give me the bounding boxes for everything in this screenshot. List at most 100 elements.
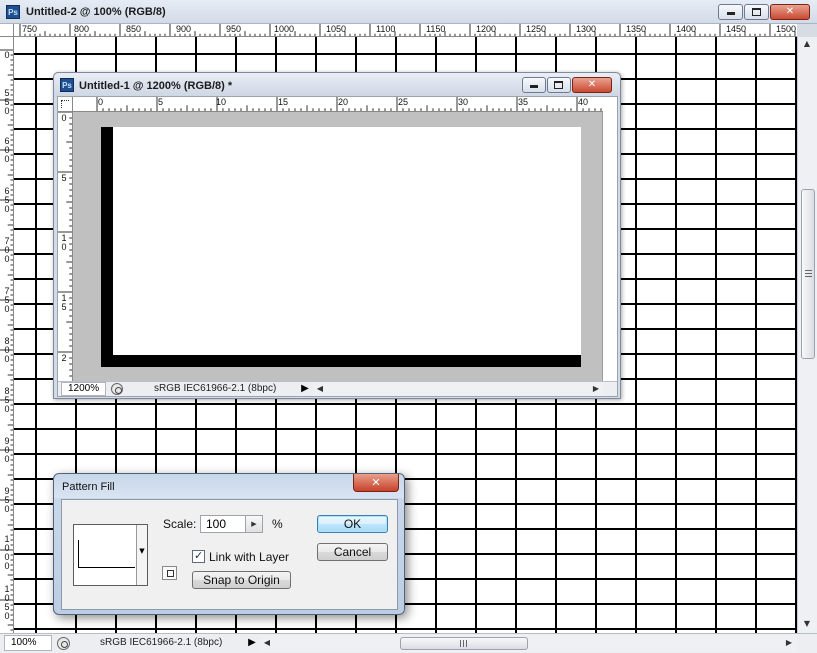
document-title: Untitled-2 @ 100% (RGB/8) <box>26 6 166 18</box>
close-icon: ✕ <box>785 6 795 17</box>
cancel-button[interactable]: Cancel <box>317 543 388 561</box>
ruler-label: 1 5 <box>61 293 67 312</box>
pattern-picker[interactable]: ▼ <box>73 524 148 586</box>
vertical-ruler[interactable]: 0 5 1 0 1 5 2 <box>58 112 73 381</box>
scroll-right-arrow-icon[interactable]: ▶ <box>589 384 603 393</box>
color-profile-text: sRGB IEC61966-2.1 (8bpc) <box>154 383 277 394</box>
ruler-label: 5 <box>158 97 164 107</box>
status-menu-arrow-icon[interactable]: ▶ <box>246 635 258 651</box>
ruler-label: 1 0 5 0 <box>4 584 10 621</box>
ok-button[interactable]: OK <box>317 515 388 533</box>
new-preset-button[interactable] <box>162 566 177 580</box>
ruler-label: 20 <box>338 97 349 107</box>
zoom-level-field[interactable]: 1200% <box>61 382 106 396</box>
document-canvas[interactable] <box>101 127 581 367</box>
color-profile-text: sRGB IEC61966-2.1 (8bpc) <box>100 637 223 648</box>
document-window-untitled-1: Ps Untitled-1 @ 1200% (RGB/8) * ✕ 0 5 10… <box>53 72 621 399</box>
pattern-dropdown-button[interactable]: ▼ <box>136 525 147 585</box>
ruler-label: 40 <box>578 97 589 107</box>
horizontal-scroll-thumb[interactable] <box>400 637 528 650</box>
ruler-label: 30 <box>458 97 469 107</box>
close-button[interactable]: ✕ <box>572 77 612 93</box>
scroll-left-arrow-icon[interactable]: ◀ <box>313 384 327 393</box>
ruler-label: 2 <box>61 353 67 363</box>
document-title-bar[interactable]: Ps Untitled-2 @ 100% (RGB/8) ✕ <box>0 0 817 24</box>
horizontal-scrollbar[interactable]: ◀ ▶ <box>313 382 603 396</box>
ruler-label: 0 <box>4 50 10 60</box>
ruler-label: 0 <box>98 97 104 107</box>
ruler-label: 6 0 0 <box>4 136 10 164</box>
status-bar: 1200% sRGB IEC61966-2.1 (8bpc) ▶ ◀ ▶ <box>58 381 617 396</box>
minimize-button[interactable] <box>718 4 743 20</box>
status-info-icon[interactable] <box>111 383 123 395</box>
horizontal-scrollbar[interactable]: ◀ ▶ <box>260 635 797 652</box>
ruler-origin-icon <box>61 100 69 108</box>
ruler-origin[interactable] <box>0 24 14 37</box>
status-menu-arrow-icon[interactable]: ▶ <box>299 381 311 397</box>
ruler-label: 1250 <box>526 24 547 34</box>
maximize-icon <box>751 8 761 16</box>
vertical-ruler[interactable]: 0 5 5 0 6 0 0 6 5 0 7 0 0 7 5 0 8 0 0 8 … <box>0 37 14 633</box>
ruler-label: 1050 <box>326 24 347 34</box>
maximize-icon <box>554 81 563 89</box>
ruler-label: 9 5 0 <box>4 486 10 514</box>
status-bar: 100% sRGB IEC61966-2.1 (8bpc) ▶ ◀ ▶ <box>0 633 817 653</box>
scale-unit: % <box>272 517 283 531</box>
ruler-label: 8 5 0 <box>4 386 10 414</box>
ruler-label: 15 <box>278 97 289 107</box>
ruler-label: 850 <box>126 24 142 34</box>
link-with-layer-label[interactable]: Link with Layer <box>209 550 289 564</box>
scale-label: Scale: <box>163 517 197 531</box>
dialog-body: ▼ Scale: 100 ▶ % Link with Layer Snap to… <box>61 499 398 610</box>
chevron-right-icon: ▶ <box>251 520 257 528</box>
ruler-label: 750 <box>22 24 38 34</box>
photoshop-app-icon: Ps <box>6 5 20 19</box>
maximize-button[interactable] <box>744 4 769 20</box>
vertical-scroll-thumb[interactable] <box>801 189 815 359</box>
scroll-up-arrow-icon[interactable]: ▲ <box>800 39 814 48</box>
dialog-close-button[interactable]: ✕ <box>353 474 399 492</box>
minimize-icon <box>530 85 538 88</box>
maximize-button[interactable] <box>547 77 571 93</box>
minimize-button[interactable] <box>522 77 546 93</box>
photoshop-app-icon: Ps <box>60 78 74 92</box>
scrollbar-divider <box>602 112 603 381</box>
ruler-label: 25 <box>398 97 409 107</box>
horizontal-ruler[interactable]: 750 800 850 900 950 1000 1050 1100 1150 … <box>14 24 797 37</box>
horizontal-ruler[interactable]: 0 5 10 15 20 25 30 35 40 <box>73 97 603 112</box>
ruler-label: 10 <box>216 97 227 107</box>
ruler-label: 1 0 0 0 <box>4 534 10 571</box>
pattern-fill-dialog: Pattern Fill ✕ ▼ Scale: 100 ▶ % Link wit… <box>53 473 405 615</box>
ruler-label: 1100 <box>376 24 396 34</box>
dialog-title: Pattern Fill <box>62 481 115 493</box>
scale-slider-button[interactable]: ▶ <box>246 515 263 533</box>
link-with-layer-checkbox[interactable] <box>192 549 205 563</box>
scroll-right-arrow-icon[interactable]: ▶ <box>782 638 796 647</box>
ruler-label: 5 5 0 <box>4 88 10 116</box>
document-client-area: 0 5 10 15 20 25 30 35 40 0 5 1 0 1 5 2 1… <box>57 96 618 397</box>
ruler-label: 9 0 0 <box>4 436 10 464</box>
chevron-down-icon: ▼ <box>139 547 145 555</box>
ruler-label: 1400 <box>676 24 697 34</box>
status-info-icon[interactable] <box>57 637 70 650</box>
ruler-label: 5 <box>61 173 67 183</box>
snap-to-origin-button[interactable]: Snap to Origin <box>192 571 291 589</box>
ruler-label: 7 5 0 <box>4 286 10 314</box>
document-title-bar[interactable]: Ps Untitled-1 @ 1200% (RGB/8) * ✕ <box>54 73 620 97</box>
ruler-label: 35 <box>518 97 529 107</box>
close-icon: ✕ <box>371 476 381 489</box>
scroll-down-arrow-icon[interactable]: ▼ <box>800 619 814 628</box>
ruler-label: 8 0 0 <box>4 336 10 364</box>
pattern-swatch <box>78 540 135 568</box>
ruler-label: 0 <box>61 113 67 123</box>
close-button[interactable]: ✕ <box>770 4 810 20</box>
grip-icon <box>805 270 812 277</box>
scale-input[interactable]: 100 <box>200 515 246 533</box>
scroll-left-arrow-icon[interactable]: ◀ <box>260 638 274 647</box>
ruler-label: 1450 <box>726 24 747 34</box>
vertical-scrollbar[interactable]: ▲ ▼ <box>797 37 817 633</box>
ruler-origin[interactable] <box>58 97 73 112</box>
document-title: Untitled-1 @ 1200% (RGB/8) * <box>79 80 233 92</box>
canvas-pasteboard[interactable] <box>73 112 603 381</box>
zoom-level-field[interactable]: 100% <box>4 635 52 651</box>
